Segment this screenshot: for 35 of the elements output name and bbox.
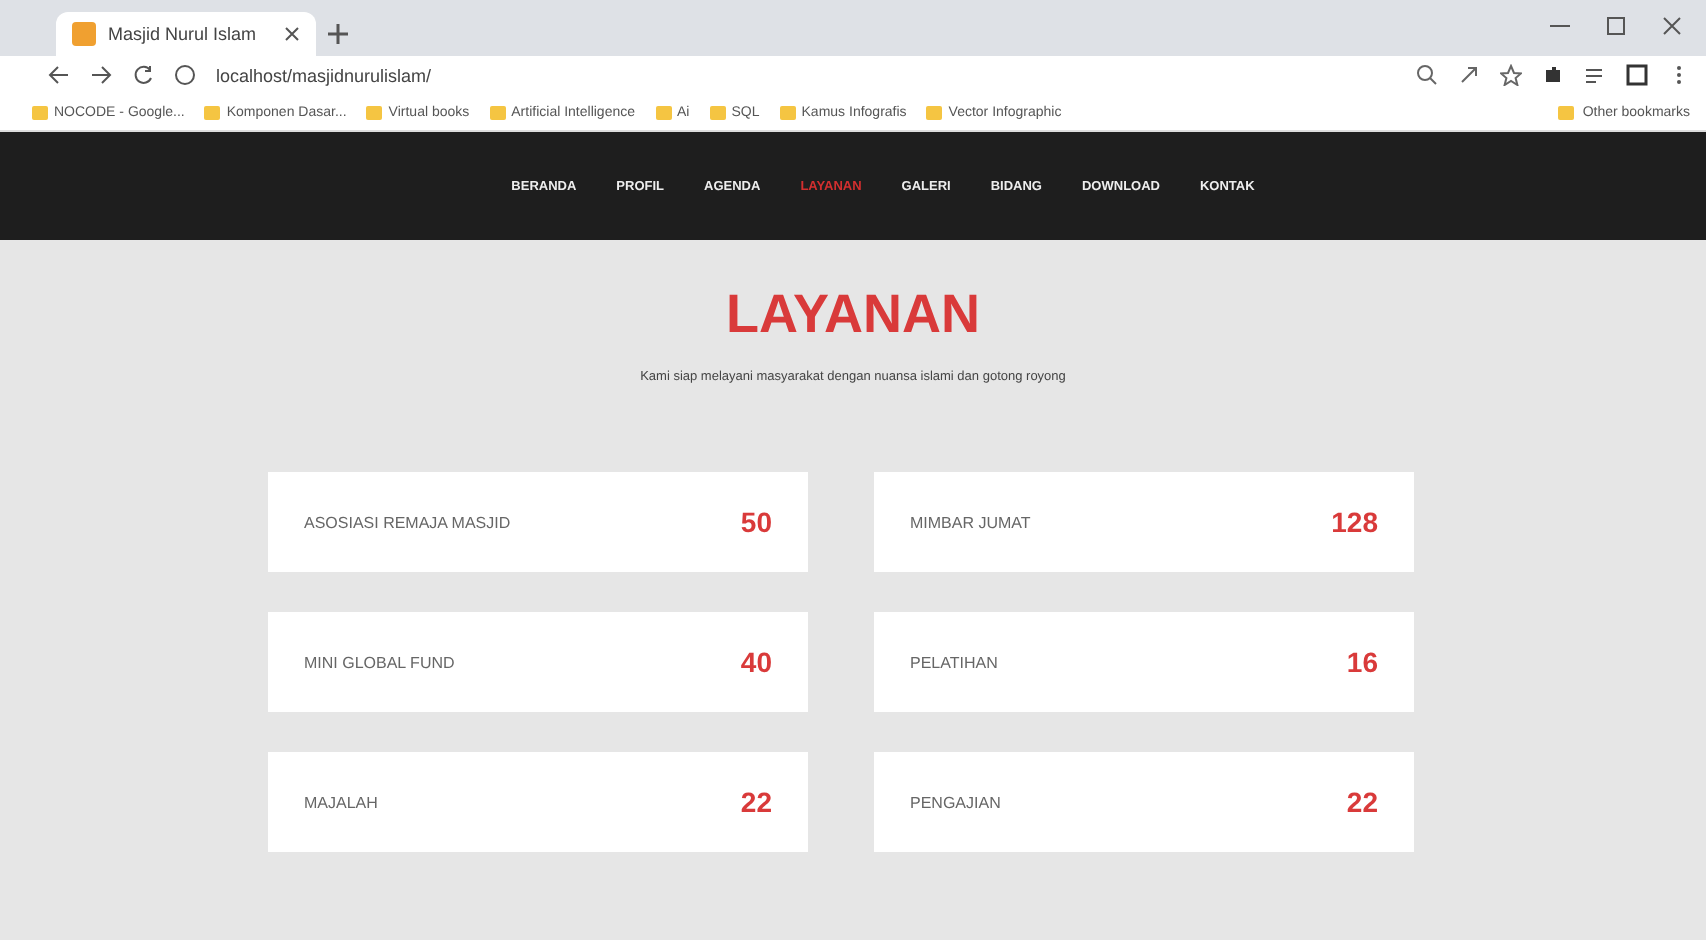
service-name: PENGAJIAN [910,793,1001,811]
service-name: PELATIHAN [910,653,998,671]
new-tab-icon[interactable] [328,24,348,44]
playlist-icon[interactable] [1584,64,1606,86]
folder-icon [779,105,796,119]
back-icon[interactable] [48,64,70,86]
service-count: 16 [1346,646,1378,678]
folder-icon [655,105,672,119]
folder-icon [926,105,943,119]
favicon-icon [72,22,96,46]
folder-icon [204,105,221,119]
service-count: 50 [740,506,772,538]
folder-icon [32,105,48,119]
close-icon[interactable] [1662,16,1682,36]
folder-icon [1558,105,1575,119]
folder-icon [366,105,383,119]
star-icon[interactable] [1500,64,1522,86]
service-name: MINI GLOBAL FUND [304,653,455,671]
share-icon[interactable] [1458,64,1480,86]
maximize-icon[interactable] [1606,16,1626,36]
forward-icon[interactable] [90,64,112,86]
page-heading: LAYANAN [723,284,983,346]
zoom-icon[interactable] [1416,64,1438,86]
service-count: 22 [740,786,772,818]
service-count: 22 [1346,786,1378,818]
close-icon[interactable] [284,26,300,42]
folder-icon [709,105,726,119]
browser-tab[interactable]: Masjid Nurul Islam [56,12,316,56]
service-name: ASOSIASI REMAJA MASJID [304,513,511,531]
service-count: 128 [1331,506,1378,538]
service-name: MIMBAR JUMAT [910,513,1031,531]
service-count: 40 [740,646,772,678]
folder-icon [489,105,506,119]
reload-icon[interactable] [132,64,154,86]
service-name: MAJALAH [304,793,378,811]
